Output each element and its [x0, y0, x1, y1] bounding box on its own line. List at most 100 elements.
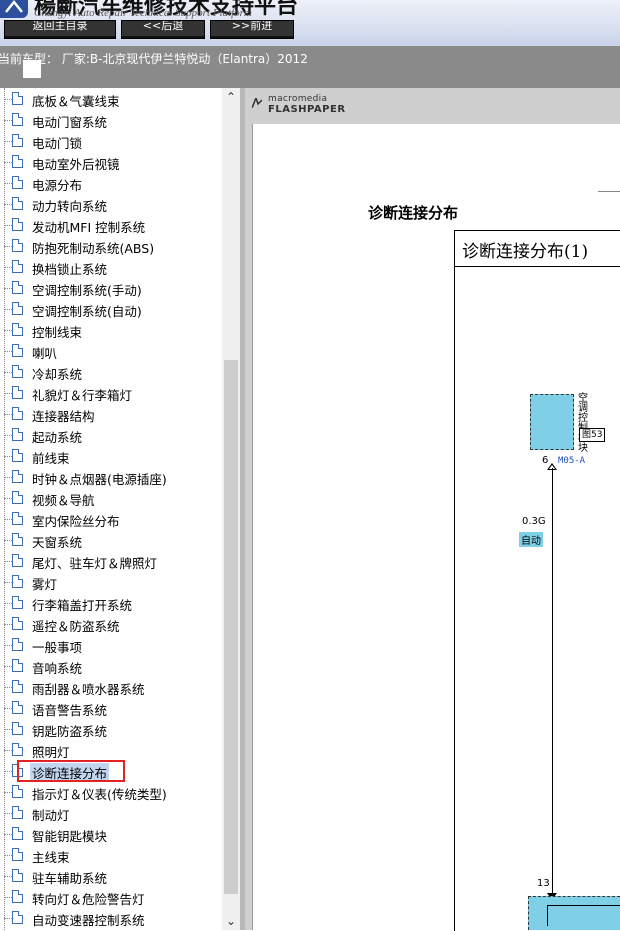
tree-item-label: 一般事项	[32, 640, 83, 655]
tree-item[interactable]: 换档锁止系统	[0, 257, 224, 278]
tree-item[interactable]: 防抱死制动系统(ABS)	[0, 236, 224, 257]
tree-item[interactable]: 空调控制系统(自动)	[0, 299, 224, 320]
tree-item[interactable]: 室内保险丝分布	[0, 509, 224, 530]
tree-connector	[4, 456, 12, 457]
document-icon	[12, 512, 23, 525]
document-icon	[12, 722, 23, 735]
tree-item[interactable]: 钥匙防盗系统	[0, 719, 224, 740]
tree-item[interactable]: 诊断连接分布	[0, 761, 224, 782]
tree-item[interactable]: 底板＆气囊线束	[0, 89, 224, 110]
tree-item[interactable]: 指示灯＆仪表(传统类型)	[0, 782, 224, 803]
pin-bottom: 13	[537, 878, 550, 889]
tree-connector	[4, 288, 12, 289]
document-icon	[12, 764, 23, 777]
document-icon	[12, 743, 23, 756]
tree-connector	[4, 99, 12, 100]
tree-connector	[4, 435, 12, 436]
scroll-thumb[interactable]	[224, 360, 238, 894]
tree-scrollbar[interactable]: ⌃ ⌄	[222, 88, 240, 930]
tree-item[interactable]: 雨刮器＆喷水器系统	[0, 677, 224, 698]
document-icon	[12, 890, 23, 903]
scroll-up-icon[interactable]: ⌃	[222, 88, 240, 106]
tree-item-label: 转向灯＆危险警告灯	[32, 892, 145, 907]
tree-item[interactable]: 照明灯	[0, 740, 224, 761]
tree-connector	[4, 372, 12, 373]
document-icon	[12, 113, 23, 126]
document-icon	[12, 617, 23, 630]
tree-connector	[4, 183, 12, 184]
system-tree[interactable]: 底板＆气囊线束 电动门窗系统 电动门锁 电动室外后视镜 电源分布 动力转向系统 发动机MFI…	[0, 88, 240, 930]
document-icon	[12, 596, 23, 609]
tree-item-label: 自动变速器控制系统	[32, 913, 145, 928]
document-icon	[12, 659, 23, 672]
tree-connector	[4, 351, 12, 352]
tree-item[interactable]: 冷却系统	[0, 362, 224, 383]
tree-connector	[4, 519, 12, 520]
tree-item[interactable]: 雾灯	[0, 572, 224, 593]
tree-item-label: 钥匙防盗系统	[32, 724, 108, 739]
tree-item[interactable]: 遥控＆防盗系统	[0, 614, 224, 635]
tree-connector	[4, 813, 12, 814]
tree-item[interactable]: 行李箱盖打开系统	[0, 593, 224, 614]
tree-item[interactable]: 转向灯＆危险警告灯	[0, 887, 224, 908]
wire-tag: 自动	[519, 532, 543, 547]
tree-connector	[4, 225, 12, 226]
tree-item[interactable]: 连接器结构	[0, 404, 224, 425]
tree-item[interactable]: 音响系统	[0, 656, 224, 677]
document-icon	[12, 806, 23, 819]
tree-item-label: 主线束	[32, 850, 70, 865]
tree-item[interactable]: 电动门锁	[0, 131, 224, 152]
forward-button[interactable]: >>前进	[210, 20, 294, 39]
tree-connector	[4, 477, 12, 478]
diagnostic-connector-module	[528, 896, 620, 930]
tree-item[interactable]: 视频＆导航	[0, 488, 224, 509]
tree-item[interactable]: 智能钥匙模块	[0, 824, 224, 845]
document-icon	[12, 134, 23, 147]
tree-item-label: 诊断连接分布	[30, 763, 110, 782]
tree-item[interactable]: 前线束	[0, 446, 224, 467]
tree-item[interactable]: 时钟＆点烟器(电源插座)	[0, 467, 224, 488]
tree-item-label: 驻车辅助系统	[32, 871, 108, 886]
wire-line	[552, 468, 553, 898]
document-icon	[12, 680, 23, 693]
tree-connector	[4, 708, 12, 709]
tree-item[interactable]: 发动机MFI 控制系统	[0, 215, 224, 236]
tree-item[interactable]: 制动灯	[0, 803, 224, 824]
document-icon	[12, 575, 23, 588]
document-icon	[12, 533, 23, 546]
scroll-down-icon[interactable]: ⌄	[222, 912, 240, 930]
tree-item[interactable]: 电动室外后视镜	[0, 152, 224, 173]
tree-item[interactable]: 尾灯、驻车灯＆牌照灯	[0, 551, 224, 572]
tree-connector	[4, 792, 12, 793]
tree-item[interactable]: 电源分布	[0, 173, 224, 194]
app-subtitle: Changyi Auto Repair Technical Support Pl…	[34, 7, 252, 19]
tree-item[interactable]: 喇叭	[0, 341, 224, 362]
tree-connector	[4, 120, 12, 121]
tree-item[interactable]: 起动系统	[0, 425, 224, 446]
document-icon	[12, 323, 23, 336]
document-icon	[12, 407, 23, 420]
tree-item[interactable]: 电动门窗系统	[0, 110, 224, 131]
document-icon	[12, 176, 23, 189]
tree-item-label: 语音警告系统	[32, 703, 108, 718]
tree-item[interactable]: 控制线束	[0, 320, 224, 341]
tree-connector	[4, 309, 12, 310]
home-button[interactable]: 返回主目录	[4, 20, 116, 39]
tree-item[interactable]: 主线束	[0, 845, 224, 866]
brand-bottom: FLASHPAPER	[268, 104, 346, 115]
brand-top: macromedia	[268, 94, 328, 104]
tree-item[interactable]: 空调控制系统(手动)	[0, 278, 224, 299]
document-icon	[12, 365, 23, 378]
tree-connector	[4, 414, 12, 415]
back-button[interactable]: <<后退	[121, 20, 205, 39]
tree-item[interactable]: 礼貌灯＆行李箱灯	[0, 383, 224, 404]
tree-connector	[4, 918, 12, 919]
tree-item[interactable]: 语音警告系统	[0, 698, 224, 719]
tree-item[interactable]: 驻车辅助系统	[0, 866, 224, 887]
tree-item-label: 空调控制系统(自动)	[32, 304, 142, 319]
tree-item-label: 雾灯	[32, 577, 58, 592]
tree-item[interactable]: 天窗系统	[0, 530, 224, 551]
tree-item[interactable]: 一般事项	[0, 635, 224, 656]
tree-item[interactable]: 动力转向系统	[0, 194, 224, 215]
tree-item[interactable]: 自动变速器控制系统	[0, 908, 224, 929]
